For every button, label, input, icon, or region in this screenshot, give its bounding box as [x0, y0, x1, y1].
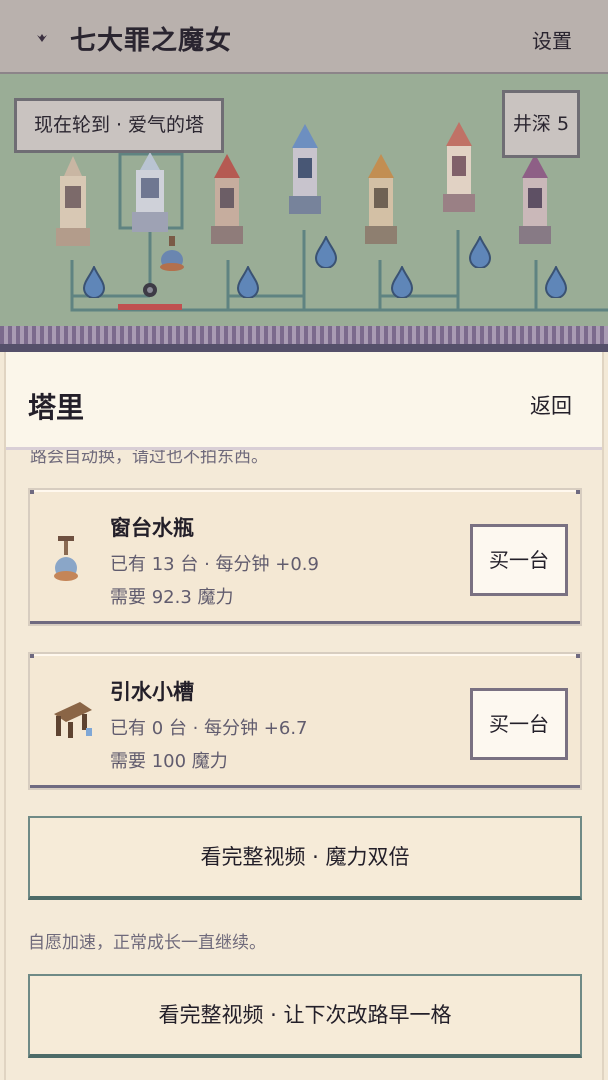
item-owned-rate: 已有 0 台 · 每分钟 +6.7	[110, 718, 308, 739]
tower-panel: 塔里 返回 路会自动换，请过也不拍东西。 窗台水瓶 已有 13 台 · 每分钟 …	[4, 352, 604, 1080]
panel-title: 塔里	[28, 391, 85, 424]
tower-3-icon[interactable]	[206, 154, 248, 246]
buy-one-button[interactable]: 买一台	[470, 688, 568, 760]
panel-header: 塔里 返回	[6, 352, 602, 450]
watch-video-route-button[interactable]: 看完整视频 · 让下次改路早一格	[28, 974, 582, 1058]
item-cost: 需要 100 魔力	[110, 751, 228, 772]
shop-item-card: 引水小槽 已有 0 台 · 每分钟 +6.7 需要 100 魔力 买一台	[28, 652, 582, 790]
scene-border	[0, 326, 608, 344]
current-turn-label: 现在轮到 · 爱气的塔	[14, 98, 224, 153]
watch-video-double-button[interactable]: 看完整视频 · 魔力双倍	[28, 816, 582, 900]
well-depth-badge: 井深 5	[502, 90, 580, 158]
tower-5-icon[interactable]	[360, 154, 402, 246]
progress-strip	[118, 304, 182, 310]
speedup-hint: 自愿加速，正常成长一直继续。	[28, 933, 266, 953]
tower-7-icon[interactable]	[514, 154, 556, 246]
tower-4-icon[interactable]	[284, 124, 326, 216]
water-drop-icon	[468, 236, 492, 268]
shop-item-card: 窗台水瓶 已有 13 台 · 每分钟 +0.9 需要 92.3 魔力 买一台	[28, 488, 582, 626]
top-bar: 七大罪之魔女 设置	[0, 0, 608, 74]
app-title: 七大罪之魔女	[70, 26, 233, 56]
scene-divider	[0, 344, 608, 352]
item-owned-rate: 已有 13 台 · 每分钟 +0.9	[110, 554, 319, 575]
tower-2-icon[interactable]	[128, 152, 172, 234]
buy-one-button[interactable]: 买一台	[470, 524, 568, 596]
tower-1-icon[interactable]	[52, 156, 94, 248]
item-name: 引水小槽	[110, 680, 194, 704]
water-channel-icon	[54, 702, 92, 738]
back-button[interactable]: 返回	[530, 390, 572, 420]
window-bottle-icon	[160, 236, 184, 271]
water-drop-icon	[82, 266, 106, 298]
app-logo-icon	[37, 34, 47, 42]
item-cost: 需要 92.3 魔力	[110, 587, 234, 608]
tower-6-icon[interactable]	[438, 122, 480, 214]
water-drop-icon	[314, 236, 338, 268]
water-bottle-icon	[54, 536, 78, 581]
water-drop-icon	[390, 266, 414, 298]
water-drop-icon	[544, 266, 568, 298]
water-drop-icon	[236, 266, 260, 298]
item-name: 窗台水瓶	[110, 516, 194, 540]
settings-button[interactable]: 设置	[532, 25, 572, 54]
